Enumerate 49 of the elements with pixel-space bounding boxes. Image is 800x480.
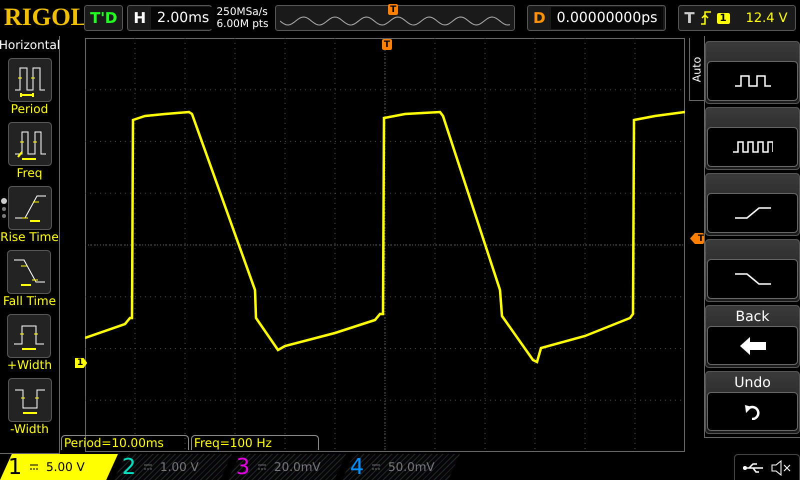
- page-dot[interactable]: [2, 207, 6, 211]
- trigger-source: 1: [716, 12, 730, 24]
- fall-softkey[interactable]: [705, 239, 800, 302]
- trigger-position-marker[interactable]: T: [382, 39, 392, 50]
- measure-item[interactable]: Rise Time: [0, 186, 59, 244]
- trigger-level-marker[interactable]: T: [690, 233, 704, 244]
- channel-scale[interactable]: 2 1.00 V: [114, 454, 232, 480]
- measure-item[interactable]: +Width: [7, 314, 52, 372]
- measurement-result: Freq=100 Hz: [191, 435, 319, 450]
- dc-coupling-icon: [258, 464, 266, 470]
- menu-tab[interactable]: Auto: [689, 38, 704, 101]
- sample-rate: 250MSa/s: [216, 6, 269, 18]
- rise-softkey[interactable]: [705, 173, 800, 236]
- dc-coupling-icon: [372, 464, 380, 470]
- measurement-result: Period=10.00ms: [61, 435, 189, 450]
- multi-pulse-softkey[interactable]: [705, 107, 800, 170]
- page-dot[interactable]: [2, 214, 6, 218]
- trigger-position-marker: T: [388, 4, 398, 15]
- memory-depth: 6.00M pts: [216, 18, 270, 30]
- channel-scale[interactable]: 3 20.0mV: [228, 454, 346, 480]
- dc-coupling-icon: [144, 464, 152, 470]
- measure-item[interactable]: Period: [8, 58, 52, 116]
- channel-marker[interactable]: 1: [75, 358, 88, 368]
- back-arrow-icon: [740, 336, 766, 354]
- usb-icon: [743, 462, 765, 474]
- undo-icon: [744, 404, 762, 420]
- freq-measure-icon: [8, 122, 52, 166]
- speaker-muted-icon: [771, 460, 791, 476]
- measure-item[interactable]: -Width: [8, 378, 52, 436]
- undo-softkey[interactable]: Undo: [705, 371, 800, 434]
- back-softkey[interactable]: Back: [705, 305, 800, 368]
- measure-item[interactable]: Fall Time: [2, 250, 56, 308]
- period-measure-icon: [8, 58, 52, 102]
- menu-title: Horizontal: [0, 38, 60, 52]
- delay-display[interactable]: D 0.00000000ps: [527, 5, 666, 31]
- rise-measure-icon: [8, 186, 52, 230]
- fall-measure-icon: [7, 250, 52, 294]
- channel-scale[interactable]: 4 50.0mV: [342, 454, 460, 480]
- dc-coupling-icon: [30, 464, 38, 470]
- page-dot[interactable]: [1, 198, 7, 204]
- pwidth-measure-icon: [7, 314, 52, 358]
- measure-item[interactable]: Freq: [8, 122, 52, 180]
- run-status[interactable]: T'D: [84, 5, 124, 31]
- trigger-level: 12.4 V: [746, 10, 788, 26]
- timebase-display[interactable]: H 2.00ms: [127, 5, 212, 31]
- nwidth-measure-icon: [8, 378, 52, 422]
- trigger-display[interactable]: T 1 12.4 V: [678, 5, 796, 31]
- channel-scale[interactable]: 1 5.00 V: [0, 454, 118, 480]
- single-pulse-softkey[interactable]: [705, 41, 800, 104]
